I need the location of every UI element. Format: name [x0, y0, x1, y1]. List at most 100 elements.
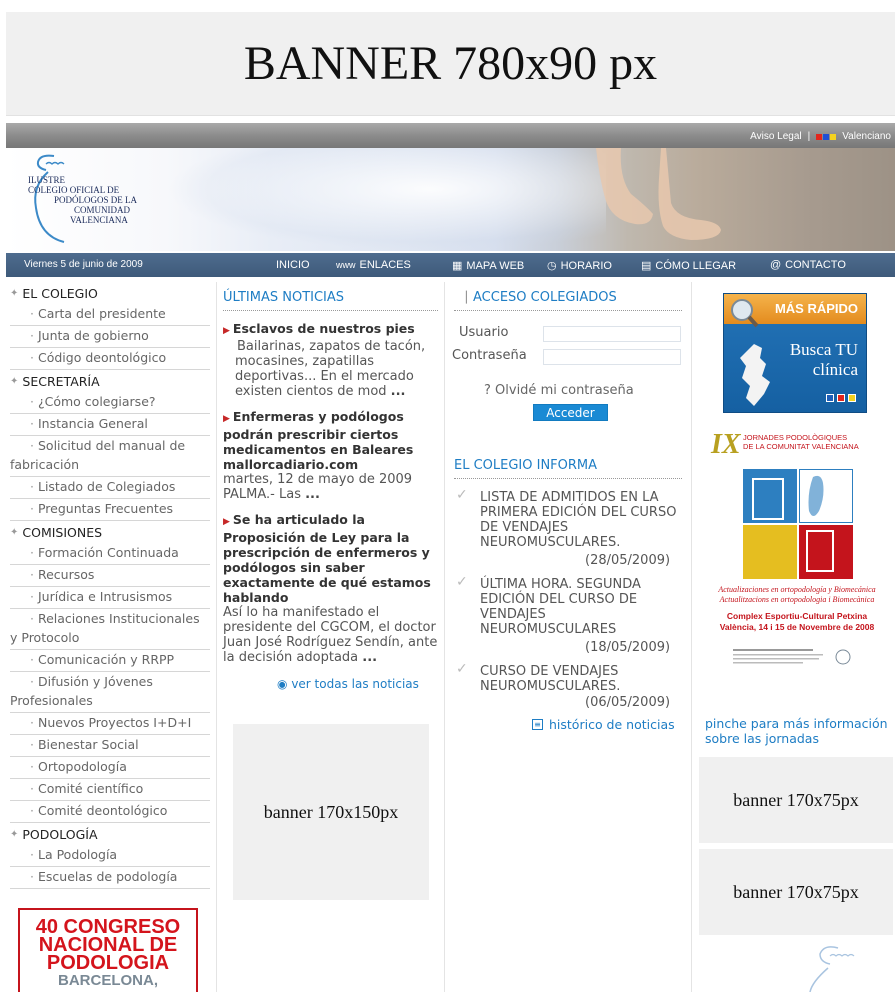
menu-item-ortopodologia[interactable]: · Ortopodología	[10, 757, 210, 779]
eye-icon: ◉	[277, 677, 288, 691]
menu-item-comunicacion[interactable]: · Comunicación y RRPP	[10, 650, 210, 672]
menu-section-podologia[interactable]: ✦ PODOLOGÍA	[10, 823, 210, 845]
arrow-icon: ▶	[223, 517, 230, 527]
current-date: Viernes 5 de junio de 2009	[24, 259, 143, 270]
news-column: ÚLTIMAS NOTICIAS ▶ Esclavos de nuestros p…	[223, 290, 438, 665]
banner-170x75-placeholder[interactable]: banner 170x75px	[699, 849, 893, 935]
news-item[interactable]: ▶ Esclavos de nuestros pies Bailarinas, z…	[223, 321, 438, 399]
nav-enlaces[interactable]: www ENLACES	[336, 259, 411, 271]
jornadas-artwork-icon	[743, 469, 853, 579]
nav-inicio[interactable]: INICIO	[276, 259, 310, 271]
menu-section-el-colegio[interactable]: ✦ EL COLEGIO	[10, 282, 210, 304]
news-title[interactable]: Esclavos de nuestros pies	[233, 321, 415, 336]
menu-item-instancia[interactable]: · Instancia General	[10, 414, 210, 436]
access-section: ⎹ ACCESO COLEGIADOS	[454, 290, 682, 311]
informa-item[interactable]: ✓ ÚLTIMA HORA. SEGUNDA EDICIÓN DEL CURSO…	[456, 575, 682, 638]
password-label: Contraseña	[452, 348, 527, 363]
menu-item-comite-deontologico[interactable]: · Comité deontológico	[10, 801, 210, 823]
menu-item-preguntas[interactable]: · Preguntas Frecuentes	[10, 499, 210, 521]
main-navbar: Viernes 5 de junio de 2009 INICIO www ENL…	[6, 253, 895, 277]
banner-170x75-placeholder[interactable]: banner 170x75px	[699, 757, 893, 843]
informa-item[interactable]: ✓ CURSO DE VENDAJES NEUROMUSCULARES.	[456, 661, 682, 695]
informa-section: EL COLEGIO INFORMA	[454, 458, 682, 479]
aviso-legal-link[interactable]: Aviso Legal	[750, 131, 802, 142]
menu-item-manual[interactable]: · Solicitud del manual de fabricación	[10, 436, 210, 477]
see-all-news-link[interactable]: ◉ ver todas las noticias	[277, 677, 419, 691]
menu-section-comisiones[interactable]: ✦ COMISIONES	[10, 521, 210, 543]
news-title[interactable]: Enfermeras y podólogos podrán prescribir…	[223, 409, 413, 472]
busca-clinica-text: Busca TU clínica	[789, 340, 858, 379]
forgot-password-link[interactable]: ? Olvidé mi contraseña	[484, 383, 634, 398]
banner-170x150-placeholder[interactable]: banner 170x150px	[233, 724, 429, 900]
congreso-line: PODOLOGIA	[46, 952, 170, 974]
menu-item-relaciones[interactable]: · Relaciones Institucionales y Protocolo	[10, 609, 210, 650]
key-icon: ⎹	[454, 290, 468, 305]
menu-item-formacion[interactable]: · Formación Continuada	[10, 543, 210, 565]
top-banner-placeholder[interactable]: BANNER 780x90 px	[6, 12, 895, 116]
read-more-link[interactable]: ...	[305, 487, 320, 502]
access-section-title: ⎹ ACCESO COLEGIADOS	[454, 290, 682, 311]
jornadas-poster[interactable]: IX JORNADES PODOLÒGIQUES DE LA COMUNITAT…	[703, 425, 891, 687]
region-map-icon	[740, 344, 770, 406]
password-input[interactable]	[543, 349, 681, 365]
nav-mapa-web[interactable]: ▦ MAPA WEB	[452, 259, 524, 273]
menu-item-carta[interactable]: · Carta del presidente	[10, 304, 210, 326]
menu-section-secretaria[interactable]: ✦ SECRETARÍA	[10, 370, 210, 392]
news-title[interactable]: Se ha articulado la Proposición de Ley p…	[223, 512, 431, 605]
column-divider	[216, 282, 217, 992]
menu-item-la-podologia[interactable]: · La Podología	[10, 845, 210, 867]
congreso-banner[interactable]: 40 CONGRESO NACIONAL DE PODOLOGIA BARCEL…	[18, 908, 198, 992]
nav-horario[interactable]: ◷ HORARIO	[547, 259, 612, 273]
jornadas-number: IX	[711, 429, 741, 460]
at-icon: @	[770, 259, 782, 271]
valenciano-link[interactable]: Valenciano	[842, 131, 891, 142]
read-more-link[interactable]: ...	[391, 384, 406, 399]
sitemap-icon: ▦	[452, 260, 463, 272]
magnifier-icon	[731, 299, 759, 328]
arrow-icon: ▶	[223, 326, 230, 336]
menu-item-juridica[interactable]: · Jurídica e Intrusismos	[10, 587, 210, 609]
expand-icon: ✦	[10, 375, 19, 387]
feet-photo-icon	[596, 148, 721, 240]
read-more-link[interactable]: ...	[362, 650, 377, 665]
menu-item-junta[interactable]: · Junta de gobierno	[10, 326, 210, 348]
informa-item[interactable]: ✓ LISTA DE ADMITIDOS EN LA PRIMERA EDICI…	[456, 488, 682, 551]
menu-item-comite-cientifico[interactable]: · Comité científico	[10, 779, 210, 801]
menu-item-recursos[interactable]: · Recursos	[10, 565, 210, 587]
menu-item-codigo[interactable]: · Código deontológico	[10, 348, 210, 370]
legal-bar: Aviso Legal | Valenciano	[6, 123, 895, 148]
jornadas-subtitle: Actualizaciones en ortopodología y Biome…	[718, 585, 876, 604]
login-button[interactable]: Acceder	[533, 404, 608, 421]
header-background-image	[166, 148, 606, 251]
corner-logo-icon	[809, 946, 855, 992]
check-icon: ✓	[456, 661, 468, 677]
legal-separator: |	[807, 131, 811, 142]
busca-clinica-banner[interactable]: MÁS RÁPIDO Busca TU clínica	[723, 293, 867, 413]
site-header: ILUSTRE COLEGIO OFICIAL DE PODÓLOGOS DE …	[6, 148, 895, 251]
map-icon: ▤	[641, 260, 652, 272]
nav-contacto[interactable]: @ CONTACTO	[770, 259, 846, 271]
menu-item-difusion[interactable]: · Difusión y Jóvenes Profesionales	[10, 672, 210, 713]
username-input[interactable]	[543, 326, 681, 342]
historico-link[interactable]: ≡ histórico de noticias	[532, 717, 675, 732]
news-item[interactable]: ▶ Enfermeras y podólogos podrán prescribi…	[223, 409, 438, 502]
nav-como-llegar[interactable]: ▤ CÓMO LLEGAR	[641, 259, 736, 273]
informa-section-title: EL COLEGIO INFORMA	[454, 458, 682, 479]
expand-icon: ✦	[10, 526, 19, 538]
www-icon: www	[336, 260, 356, 270]
username-label: Usuario	[459, 325, 509, 340]
menu-item-listado[interactable]: · Listado de Colegiados	[10, 477, 210, 499]
college-name: ILUSTRE COLEGIO OFICIAL DE PODÓLOGOS DE …	[28, 175, 137, 225]
menu-item-bienestar[interactable]: · Bienestar Social	[10, 735, 210, 757]
menu-item-escuelas[interactable]: · Escuelas de podología	[10, 867, 210, 889]
expand-icon: ✦	[10, 828, 19, 840]
news-item[interactable]: ▶ Se ha articulado la Proposición de Ley …	[223, 512, 438, 665]
valenciano-flag-icon[interactable]	[816, 133, 837, 140]
menu-item-nuevos-proyectos[interactable]: · Nuevos Proyectos I+D+I	[10, 713, 210, 735]
congreso-city: BARCELONA,	[58, 972, 158, 989]
informa-date: (18/05/2009)	[585, 640, 671, 655]
jornadas-info-link[interactable]: pinche para más información sobre las jo…	[705, 716, 895, 746]
menu-item-colegiarse[interactable]: · ¿Cómo colegiarse?	[10, 392, 210, 414]
informa-date: (06/05/2009)	[585, 695, 671, 710]
news-section-title: ÚLTIMAS NOTICIAS	[223, 290, 438, 311]
